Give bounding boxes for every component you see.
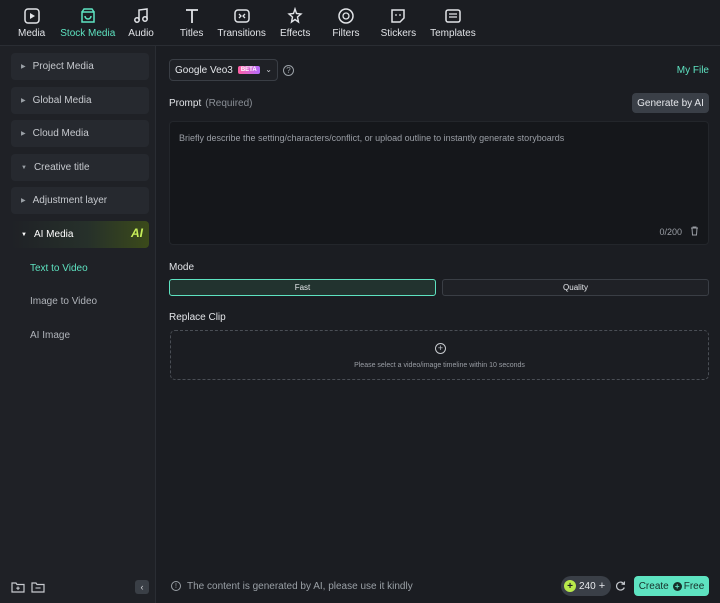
chevron-right-icon: ▶ — [21, 198, 26, 204]
sidebar-subitem-ai-image[interactable]: AI Image — [30, 330, 70, 341]
ai-content-notice: The content is generated by AI, please u… — [187, 581, 413, 592]
sidebar-subitem-text-to-video[interactable]: Text to Video — [30, 263, 88, 274]
collapse-sidebar-button[interactable]: ‹ — [135, 580, 149, 594]
tab-media[interactable]: Media — [18, 5, 45, 41]
stock-media-icon — [77, 5, 99, 27]
sidebar-item-global-media[interactable]: ▶ Global Media — [11, 87, 149, 114]
sidebar-item-label: Cloud Media — [32, 128, 89, 139]
prompt-label: Prompt (Required) — [169, 98, 252, 109]
tab-audio-label: Audio — [128, 28, 154, 39]
info-icon: ! — [171, 581, 181, 591]
media-icon — [21, 5, 43, 27]
replace-clip-label: Replace Clip — [169, 312, 226, 323]
new-folder-icon[interactable] — [11, 580, 25, 594]
tab-titles-label: Titles — [179, 28, 204, 39]
create-free-label: Free — [683, 580, 705, 592]
sidebar-item-label: Adjustment layer — [32, 195, 108, 206]
folder-icon[interactable] — [31, 580, 45, 594]
sidebar-item-label: AI Media — [33, 229, 74, 240]
main-panel: Google Veo3 BETA ⌄ ? My File Prompt (Requ… — [157, 46, 720, 603]
titles-icon — [181, 5, 203, 27]
effects-icon — [284, 5, 306, 27]
add-credits-icon[interactable]: + — [599, 580, 605, 592]
my-file-link[interactable]: My File — [677, 65, 709, 76]
tab-stock-media[interactable]: Stock Media — [60, 5, 115, 41]
sidebar-item-project-media[interactable]: ▶ Project Media — [11, 53, 149, 80]
add-circle-icon: + — [435, 343, 446, 354]
beta-badge: BETA — [237, 66, 260, 74]
mode-fast-button[interactable]: Fast — [169, 279, 436, 296]
trash-icon[interactable] — [690, 226, 699, 236]
sidebar-item-label: Creative title — [33, 162, 90, 173]
prompt-textarea[interactable]: Briefly describe the setting/characters/… — [169, 121, 709, 245]
replace-clip-dropzone[interactable]: + Please select a video/image timeline w… — [170, 330, 709, 380]
sidebar-item-label: Project Media — [32, 61, 94, 72]
stickers-icon — [387, 5, 409, 27]
tab-filters[interactable]: Filters — [332, 5, 360, 41]
refresh-icon[interactable] — [614, 580, 626, 592]
sidebar-item-adjustment-layer[interactable]: ▶ Adjustment layer — [11, 187, 149, 214]
transitions-icon — [231, 5, 253, 27]
generate-by-ai-button[interactable]: Generate by AI — [632, 93, 709, 113]
coin-icon: + — [672, 581, 682, 591]
tab-filters-label: Filters — [332, 28, 360, 39]
prompt-placeholder: Briefly describe the setting/characters/… — [179, 133, 565, 143]
tab-audio[interactable]: Audio — [128, 5, 154, 41]
tab-media-label: Media — [18, 28, 46, 39]
mode-label: Mode — [169, 262, 195, 273]
top-toolbar: Media Stock Media Audio Titles Transitio… — [0, 0, 720, 46]
chevron-down-icon: ▼ — [21, 231, 27, 238]
credits-count: 240 — [579, 580, 596, 592]
filters-icon — [335, 5, 357, 27]
chevron-right-icon: ▶ — [21, 98, 26, 104]
chevron-down-icon: ▼ — [21, 164, 27, 171]
credit-coin-icon: + — [564, 580, 576, 592]
tab-transitions-label: Transitions — [217, 28, 266, 39]
chevron-down-icon: ⌄ — [265, 65, 272, 74]
sidebar-item-ai-media[interactable]: ▼ AI Media AI — [11, 221, 149, 248]
sidebar-item-label: Global Media — [32, 95, 92, 106]
tab-templates[interactable]: Templates — [430, 5, 476, 41]
tab-effects-label: Effects — [279, 28, 311, 39]
tab-stickers[interactable]: Stickers — [380, 5, 417, 41]
create-label: Create — [638, 580, 669, 592]
templates-icon — [442, 5, 464, 27]
model-name: Google Veo3 — [175, 64, 233, 76]
dropzone-hint: Please select a video/image timeline wit… — [354, 362, 525, 369]
tab-effects[interactable]: Effects — [280, 5, 310, 41]
ai-badge: AI — [131, 226, 143, 240]
help-icon[interactable]: ? — [283, 65, 294, 76]
sidebar-subitem-image-to-video[interactable]: Image to Video — [30, 296, 97, 307]
sidebar-item-creative-title[interactable]: ▼ Creative title — [11, 154, 149, 181]
prompt-required-text: (Required) — [205, 98, 253, 109]
credits-pill[interactable]: + 240 + — [561, 576, 611, 596]
character-counter: 0/200 — [659, 227, 682, 237]
tab-stock-media-label: Stock Media — [60, 28, 116, 39]
sidebar: ▶ Project Media ▶ Global Media ▶ Cloud M… — [0, 46, 156, 603]
tab-templates-label: Templates — [430, 28, 476, 39]
tab-titles[interactable]: Titles — [179, 5, 204, 41]
mode-quality-button[interactable]: Quality — [442, 279, 709, 296]
tab-stickers-label: Stickers — [380, 28, 417, 39]
prompt-label-text: Prompt — [169, 98, 202, 109]
tab-transitions[interactable]: Transitions — [217, 5, 266, 41]
chevron-right-icon: ▶ — [21, 131, 26, 137]
chevron-left-icon: ‹ — [140, 582, 144, 592]
create-button[interactable]: Create + Free — [634, 576, 709, 596]
model-dropdown[interactable]: Google Veo3 BETA ⌄ — [169, 59, 278, 81]
sidebar-item-cloud-media[interactable]: ▶ Cloud Media — [11, 120, 149, 147]
music-note-icon — [130, 5, 152, 27]
chevron-right-icon: ▶ — [21, 64, 26, 70]
